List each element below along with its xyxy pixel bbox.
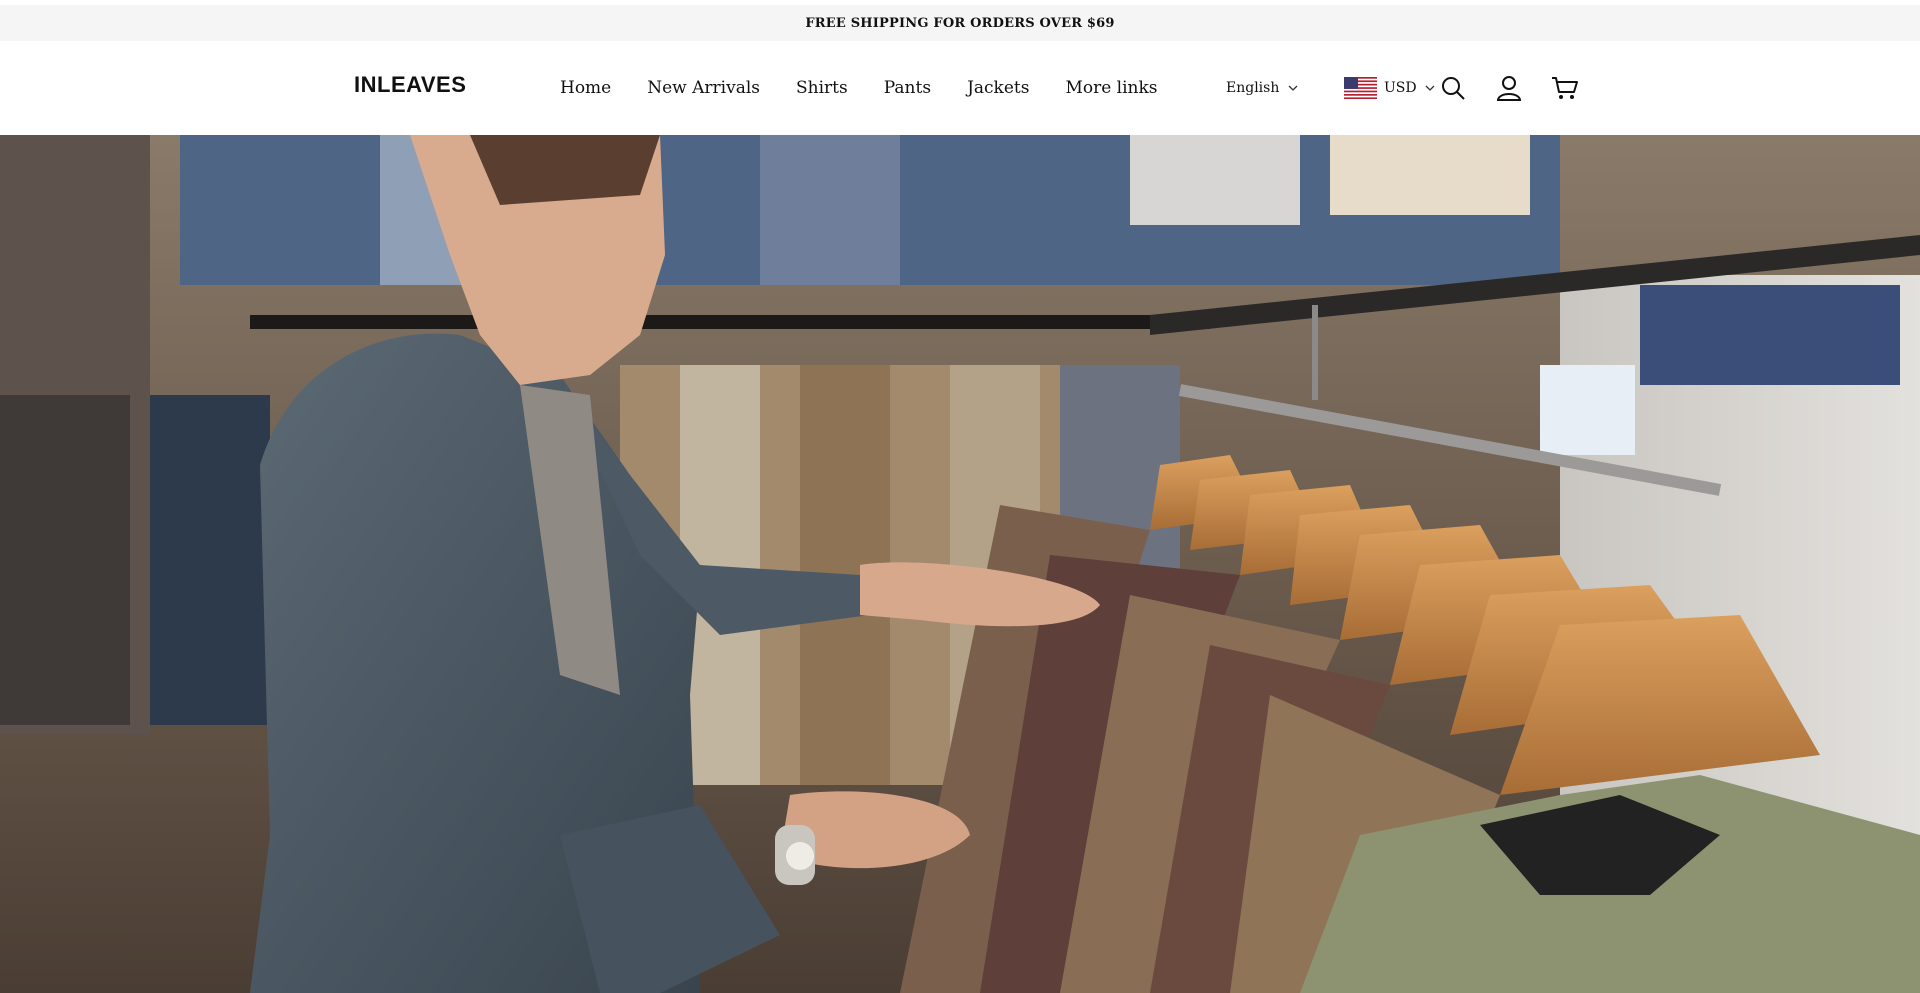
site-logo[interactable]: INLEAVES [354,72,466,98]
nav-jackets[interactable]: Jackets [967,78,1029,98]
nav-home[interactable]: Home [560,78,611,98]
main-navigation: Home New Arrivals Shirts Pants Jackets M… [560,41,1158,135]
chevron-down-icon [1288,85,1298,91]
search-icon [1442,77,1465,100]
nav-shirts[interactable]: Shirts [796,78,848,98]
currency-label: USD [1384,80,1417,96]
hero-image [0,135,1920,993]
nav-more-links[interactable]: More links [1065,78,1157,98]
language-label: English [1226,80,1280,96]
account-button[interactable] [1490,69,1528,107]
currency-selector[interactable]: USD [1344,41,1436,135]
cart-button[interactable] [1546,69,1584,107]
search-button[interactable] [1434,69,1472,107]
nav-pants[interactable]: Pants [884,78,931,98]
language-selector[interactable]: English [1226,41,1299,135]
announcement-bar: FREE SHIPPING FOR ORDERS OVER $69 [0,5,1920,41]
account-icon [1496,76,1522,101]
hero-banner[interactable] [0,135,1920,993]
cart-icon [1552,77,1578,99]
site-header: INLEAVES Home New Arrivals Shirts Pants … [0,41,1920,135]
us-flag-icon [1344,77,1377,99]
nav-new-arrivals[interactable]: New Arrivals [647,78,760,98]
announcement-text: FREE SHIPPING FOR ORDERS OVER $69 [805,15,1115,31]
